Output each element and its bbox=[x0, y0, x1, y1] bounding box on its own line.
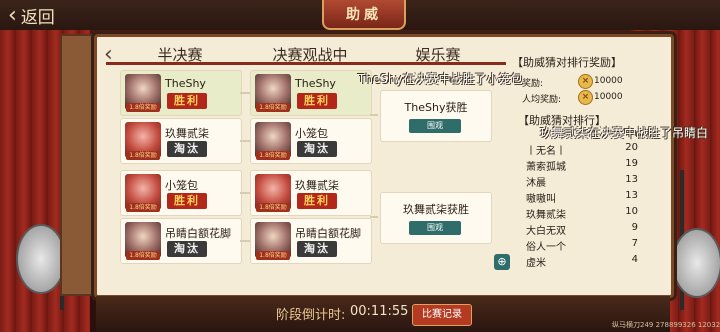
bracket-line bbox=[240, 240, 250, 242]
zoom-icon[interactable]: ⊕ bbox=[494, 254, 510, 270]
rank-name: 俗人一个 bbox=[526, 242, 566, 253]
eliminated-stamp: 淘汰 bbox=[297, 141, 337, 157]
eliminated-stamp: 淘汰 bbox=[167, 141, 207, 157]
rank-name: 玖舞贰柒 bbox=[526, 210, 566, 221]
result-text: 玖舞贰柒获胜 bbox=[403, 203, 469, 216]
eliminated-stamp: 淘汰 bbox=[297, 241, 337, 257]
win-stamp: 胜利 bbox=[167, 193, 207, 209]
final-card[interactable]: 1.8倍奖励 TheShy 胜利 bbox=[250, 70, 372, 116]
rank-count: 20 bbox=[625, 142, 638, 153]
rank-name: 沐晨 bbox=[526, 178, 546, 189]
result-text: TheShy获胜 bbox=[404, 101, 468, 114]
reward-badge: 1.8倍奖励 bbox=[256, 251, 290, 260]
avg-reward-label: 人均奖励: bbox=[522, 95, 562, 105]
user-id-text: 纵马横刀249 278899326 12032048 bbox=[612, 321, 720, 329]
player-name: 玖舞贰柒 bbox=[165, 127, 209, 140]
match-result-box: 玖舞贰柒获胜 围观 bbox=[380, 192, 492, 244]
header-divider bbox=[106, 62, 506, 65]
rank-name: 虚米 bbox=[526, 258, 546, 269]
bracket-line bbox=[240, 192, 250, 194]
final-card[interactable]: 1.8倍奖励 吊睛白额花脚 淘汰 bbox=[250, 218, 372, 264]
reward-badge: 1.8倍奖励 bbox=[126, 203, 160, 212]
player-name: 吊睛白额花脚 bbox=[295, 227, 361, 240]
watch-button[interactable]: 围观 bbox=[409, 221, 461, 235]
reward-badge: 1.8倍奖励 bbox=[256, 151, 290, 160]
reward-badge: 1.8倍奖励 bbox=[256, 103, 290, 112]
player-name: TheShy bbox=[295, 77, 336, 90]
watch-button[interactable]: 围观 bbox=[409, 119, 461, 133]
rank-name: 萧索孤城 bbox=[526, 162, 566, 173]
reward-badge: 1.8倍奖励 bbox=[126, 151, 160, 160]
bracket-line bbox=[370, 216, 378, 218]
reward-badge: 1.8倍奖励 bbox=[126, 103, 160, 112]
countdown-label: 阶段倒计时: bbox=[276, 308, 346, 323]
rank-name: 嗷嗷叫 bbox=[526, 194, 556, 205]
player-name: 玖舞贰柒 bbox=[295, 179, 339, 192]
bracket-line bbox=[240, 92, 250, 94]
back-button[interactable]: ‹ 返回 bbox=[8, 2, 55, 28]
reward-value: 10000 bbox=[594, 76, 623, 86]
semifinal-card[interactable]: 1.8倍奖励 小笼包 胜利 bbox=[120, 170, 242, 216]
win-stamp: 胜利 bbox=[297, 193, 337, 209]
rank-count: 13 bbox=[625, 190, 638, 201]
countdown-value: 00:11:55 bbox=[350, 304, 409, 319]
ticker-message: 玖舞贰柒在决赛中战胜了吊睛白 bbox=[540, 126, 709, 140]
eliminated-stamp: 淘汰 bbox=[167, 241, 207, 257]
semifinal-card[interactable]: 1.8倍奖励 玖舞贰柒 淘汰 bbox=[120, 118, 242, 164]
chevron-left-icon: ‹ bbox=[8, 2, 17, 28]
win-stamp: 胜利 bbox=[297, 93, 337, 109]
avg-reward-value: 10000 bbox=[594, 92, 623, 102]
shield-decoration-left bbox=[16, 224, 66, 294]
rank-count: 7 bbox=[631, 238, 638, 249]
rank-count: 9 bbox=[631, 222, 638, 233]
coin-icon: × bbox=[578, 90, 593, 105]
rank-count: 19 bbox=[625, 158, 638, 169]
match-result-box: TheShy获胜 围观 bbox=[380, 90, 492, 142]
player-name: 吊睛白额花脚 bbox=[165, 227, 231, 240]
bracket-line bbox=[240, 140, 250, 142]
semifinal-card[interactable]: 1.8倍奖励 吊睛白额花脚 淘汰 bbox=[120, 218, 242, 264]
final-card[interactable]: 1.8倍奖励 玖舞贰柒 胜利 bbox=[250, 170, 372, 216]
match-records-button[interactable]: 比赛记录 bbox=[412, 304, 472, 326]
rank-count: 13 bbox=[625, 174, 638, 185]
player-name: 小笼包 bbox=[295, 127, 328, 140]
final-card[interactable]: 1.8倍奖励 小笼包 淘汰 bbox=[250, 118, 372, 164]
ticker-message: TheShy在决赛中战胜了小笼包 bbox=[358, 72, 523, 86]
rank-name: 丨无名丨 bbox=[526, 146, 566, 157]
footer-bar: 阶段倒计时: 00:11:55 比赛记录 bbox=[96, 296, 670, 332]
reward-badge: 1.8倍奖励 bbox=[256, 203, 290, 212]
rank-name: 大白无双 bbox=[526, 226, 566, 237]
shield-decoration-right bbox=[672, 228, 720, 298]
coin-icon: × bbox=[578, 74, 593, 89]
bracket-line bbox=[370, 114, 378, 116]
reward-badge: 1.8倍奖励 bbox=[126, 251, 160, 260]
ranking-panel: 【助威猜对排行奖励】 奖励: × 10000 人均奖励: × 10000 【助威… bbox=[512, 50, 638, 272]
reward-panel-title: 【助威猜对排行奖励】 bbox=[512, 56, 622, 69]
player-name: 小笼包 bbox=[165, 179, 198, 192]
player-name: TheShy bbox=[165, 77, 206, 90]
page-title: 助威 bbox=[322, 0, 406, 30]
rank-count: 4 bbox=[631, 254, 638, 265]
reward-label: 奖励: bbox=[522, 79, 544, 89]
back-label: 返回 bbox=[20, 7, 55, 28]
semifinal-card[interactable]: 1.8倍奖励 TheShy 胜利 bbox=[120, 70, 242, 116]
win-stamp: 胜利 bbox=[167, 93, 207, 109]
rank-count: 10 bbox=[625, 206, 638, 217]
